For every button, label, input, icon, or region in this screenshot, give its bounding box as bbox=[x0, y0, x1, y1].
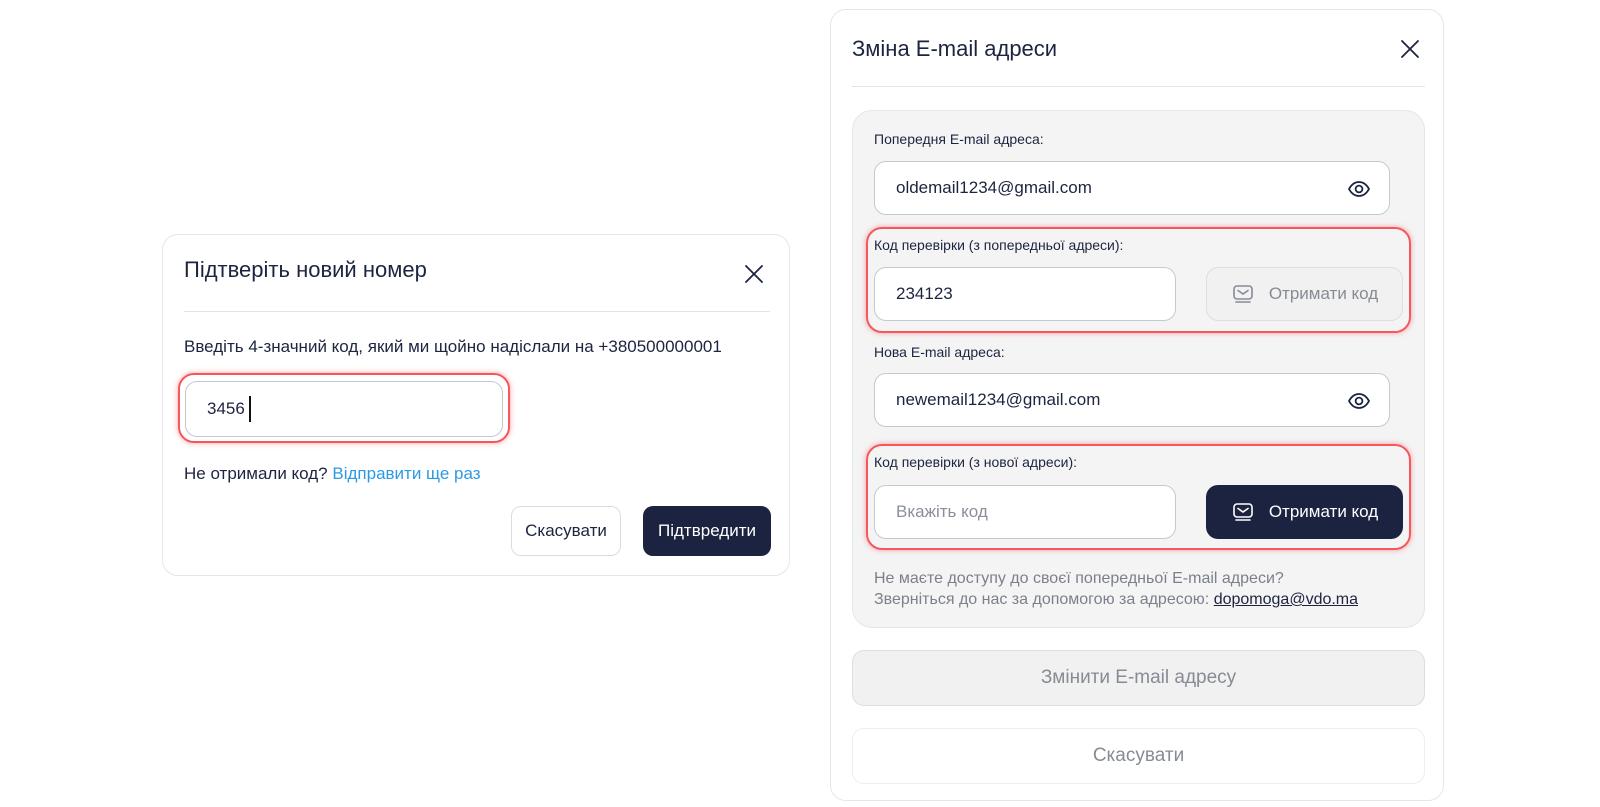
new-email-field[interactable]: newemail1234@gmail.com bbox=[874, 373, 1390, 427]
new-code-label: Код перевірки (з нової адреси): bbox=[874, 454, 1078, 470]
code-instructions: Введіть 4-значний код, який ми щойно над… bbox=[184, 337, 722, 356]
eye-icon[interactable] bbox=[1347, 389, 1371, 413]
old-email-field[interactable]: oldemail1234@gmail.com bbox=[874, 161, 1390, 215]
help-line-2-text: Зверніться до нас за допомогою за адресо… bbox=[874, 591, 1210, 608]
help-line-1: Не маєте доступу до своєї попередньої E-… bbox=[874, 570, 1284, 587]
resend-prompt: Не отримали код? bbox=[184, 464, 328, 483]
new-code-field[interactable]: Вкажіть код bbox=[874, 485, 1176, 539]
cancel-button[interactable]: Скасувати bbox=[852, 728, 1425, 784]
old-code-field[interactable]: 234123 bbox=[874, 267, 1176, 321]
support-email-link[interactable]: dopomoga@vdo.ma bbox=[1214, 591, 1358, 608]
close-icon[interactable] bbox=[743, 263, 765, 285]
email-form-panel: Попередня E-mail адреса: oldemail1234@gm… bbox=[852, 110, 1425, 628]
text-caret bbox=[248, 396, 251, 422]
get-new-code-button[interactable]: Отримати код bbox=[1206, 485, 1403, 539]
message-icon bbox=[1231, 500, 1255, 524]
close-icon[interactable] bbox=[1399, 38, 1421, 60]
code-input[interactable]: 3456 bbox=[185, 381, 503, 437]
confirm-button[interactable]: Підтвредити bbox=[643, 506, 771, 556]
message-icon bbox=[1231, 282, 1255, 306]
cancel-button[interactable]: Скасувати bbox=[511, 506, 621, 556]
old-code-value: 234123 bbox=[896, 284, 953, 303]
old-email-label: Попередня E-mail адреса: bbox=[874, 131, 1044, 147]
divider bbox=[184, 311, 770, 312]
get-old-code-button[interactable]: Отримати код bbox=[1206, 267, 1403, 321]
resend-row: Не отримали код? Відправити ще раз bbox=[184, 464, 481, 484]
help-text: Не маєте доступу до своєї попередньої E-… bbox=[874, 568, 1358, 610]
modal-title: Підтверіть новий номер bbox=[184, 257, 427, 282]
new-code-placeholder: Вкажіть код bbox=[896, 502, 988, 521]
get-new-code-label: Отримати код bbox=[1268, 502, 1379, 521]
modal-title: Зміна E-mail адреси bbox=[852, 36, 1058, 61]
change-email-modal: Зміна E-mail адреси Попередня E-mail адр… bbox=[830, 9, 1444, 801]
new-email-label: Нова E-mail адреса: bbox=[874, 344, 1005, 360]
change-email-button[interactable]: Змінити E-mail адресу bbox=[852, 650, 1425, 706]
old-email-value: oldemail1234@gmail.com bbox=[896, 178, 1092, 197]
resend-link[interactable]: Відправити ще раз bbox=[332, 464, 480, 483]
help-line-2: Зверніться до нас за допомогою за адресо… bbox=[874, 589, 1358, 610]
confirm-phone-modal: Підтверіть новий номер Введіть 4-значний… bbox=[162, 234, 790, 576]
old-code-label: Код перевірки (з попередньої адреси): bbox=[874, 237, 1124, 253]
new-email-value: newemail1234@gmail.com bbox=[896, 390, 1101, 409]
eye-icon[interactable] bbox=[1347, 177, 1371, 201]
divider bbox=[852, 86, 1425, 87]
code-input-value: 3456 bbox=[207, 399, 245, 418]
get-old-code-label: Отримати код bbox=[1268, 284, 1379, 303]
